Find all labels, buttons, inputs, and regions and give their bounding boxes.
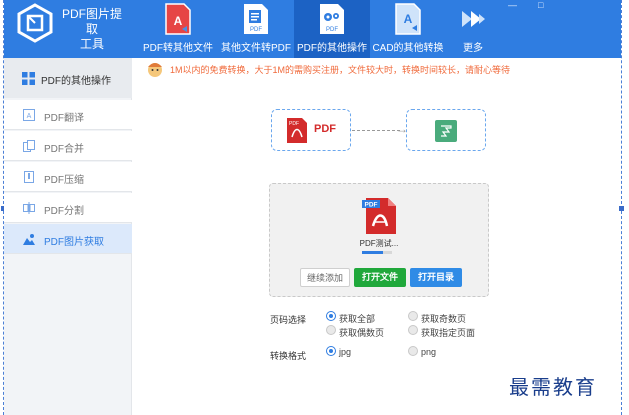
sidebar-header-label: PDF的其他操作 — [41, 76, 111, 87]
cad-convert-icon: A — [394, 3, 422, 35]
merge-icon — [23, 140, 35, 152]
svg-text:A: A — [174, 14, 183, 28]
radio-get-all[interactable] — [326, 311, 336, 321]
image-extract-icon — [23, 233, 35, 245]
sidebar-item-pdf-split[interactable]: PDF分割 — [4, 193, 132, 223]
app-title-line1: PDF图片提取 — [62, 7, 123, 36]
svg-text:PDF: PDF — [250, 27, 262, 33]
file-drop-area[interactable]: PDF PDF测试... 继续添加 打开文件 打开目录 — [269, 183, 489, 297]
tool-label: 更多 — [463, 43, 483, 54]
page-selection-label: 页码选择 — [270, 315, 307, 325]
gear-pdf-icon: PDF — [318, 3, 346, 35]
maximize-button[interactable]: □ — [538, 0, 543, 10]
radio-label: jpg — [339, 347, 352, 357]
file-name: PDF测试... — [359, 239, 399, 248]
sidebar-item-label: PDF压缩 — [44, 175, 84, 186]
radio-format-jpg[interactable] — [326, 346, 336, 356]
radio-label: 获取指定页面 — [421, 328, 476, 338]
tool-cad-convert[interactable]: A CAD的其他转换 — [370, 0, 446, 58]
sidebar-item-pdf-image-extract[interactable]: PDF图片获取 — [4, 224, 132, 254]
radio-label: 获取偶数页 — [339, 328, 385, 338]
sidebar-item-label: PDF翻译 — [44, 113, 84, 124]
tool-other-to-pdf[interactable]: PDF 其他文件转PDF — [218, 0, 294, 58]
split-icon — [23, 202, 35, 214]
svg-text:PDF: PDF — [326, 27, 338, 33]
pdf-file-icon: PDF — [362, 196, 398, 236]
app-title: PDF图片提取 工具 — [62, 7, 122, 52]
sidebar-header[interactable]: PDF的其他操作 — [4, 58, 132, 98]
flow-source-label: PDF — [314, 123, 336, 135]
radio-get-odd[interactable] — [408, 311, 418, 321]
tool-pdf-other-ops[interactable]: PDF PDF的其他操作 — [294, 0, 370, 58]
pdf-red-icon: A — [164, 3, 192, 35]
svg-text:A: A — [27, 113, 32, 120]
pdf-file-icon: PDF — [286, 117, 308, 144]
doc-to-pdf-icon: PDF — [242, 3, 270, 35]
sidebar-item-pdf-translate[interactable]: A PDF翻译 — [4, 100, 132, 130]
radio-get-specified[interactable] — [408, 325, 418, 335]
sidebar: PDF的其他操作 A PDF翻译 PDF合并 PDF压缩 PDF分割 PDF图片… — [4, 58, 132, 415]
tool-pdf-to-other[interactable]: A PDF转其他文件 — [138, 0, 218, 58]
tool-more[interactable]: 更多 — [450, 0, 496, 58]
radio-format-png[interactable] — [408, 346, 418, 356]
sidebar-item-label: PDF图片获取 — [44, 237, 104, 248]
open-directory-button[interactable]: 打开目录 — [410, 268, 462, 287]
app-window: PDF图片提取 工具 A PDF转其他文件 PDF 其他文件转PDF PDF P… — [0, 0, 629, 415]
tool-label: PDF转其他文件 — [143, 43, 213, 54]
tool-label: 其他文件转PDF — [221, 43, 291, 54]
sidebar-item-pdf-merge[interactable]: PDF合并 — [4, 131, 132, 161]
app-title-line2: 工具 — [79, 37, 104, 51]
app-logo-icon — [16, 3, 54, 43]
open-file-button[interactable]: 打开文件 — [354, 268, 406, 287]
radio-label: png — [421, 347, 437, 357]
double-chevron-right-icon — [459, 3, 487, 35]
radio-label: 获取全部 — [339, 314, 376, 324]
flow-arrow-line — [352, 130, 400, 131]
watermark-text: 最需教育 — [509, 375, 597, 399]
format-label: 转换格式 — [270, 351, 307, 361]
resize-handle-right[interactable] — [619, 206, 624, 211]
image-result-icon — [434, 119, 458, 143]
tool-label: PDF的其他操作 — [297, 43, 367, 54]
svg-text:PDF: PDF — [289, 121, 299, 127]
sidebar-item-pdf-compress[interactable]: PDF压缩 — [4, 162, 132, 192]
svg-text:PDF: PDF — [365, 202, 378, 209]
svg-text:A: A — [404, 12, 413, 26]
top-toolbar: PDF图片提取 工具 A PDF转其他文件 PDF 其他文件转PDF PDF P… — [4, 0, 621, 58]
notice-text: 1M以内的免费转换，大于1M的需购买注册，文件较大时，转换时间较长，请耐心等待 — [170, 65, 511, 75]
minimize-button[interactable]: — — [508, 0, 517, 10]
continue-add-button[interactable]: 继续添加 — [300, 268, 350, 287]
grid-icon — [22, 72, 35, 85]
tool-label: CAD的其他转换 — [372, 43, 444, 54]
radio-label: 获取奇数页 — [421, 314, 467, 324]
sidebar-item-label: PDF分割 — [44, 206, 84, 217]
file-progress-bar — [362, 251, 392, 254]
radio-get-even[interactable] — [326, 325, 336, 335]
flow-target-box — [406, 109, 486, 151]
flow-source-box: PDF PDF — [271, 109, 351, 151]
sidebar-item-label: PDF合并 — [44, 144, 84, 155]
mascot-icon — [145, 60, 165, 78]
notice-bar: 1M以内的免费转换，大于1M的需购买注册，文件较大时，转换时间较长，请耐心等待 — [133, 58, 621, 80]
translate-icon: A — [23, 109, 35, 121]
compress-icon — [23, 171, 35, 183]
file-progress-fill — [362, 251, 383, 254]
